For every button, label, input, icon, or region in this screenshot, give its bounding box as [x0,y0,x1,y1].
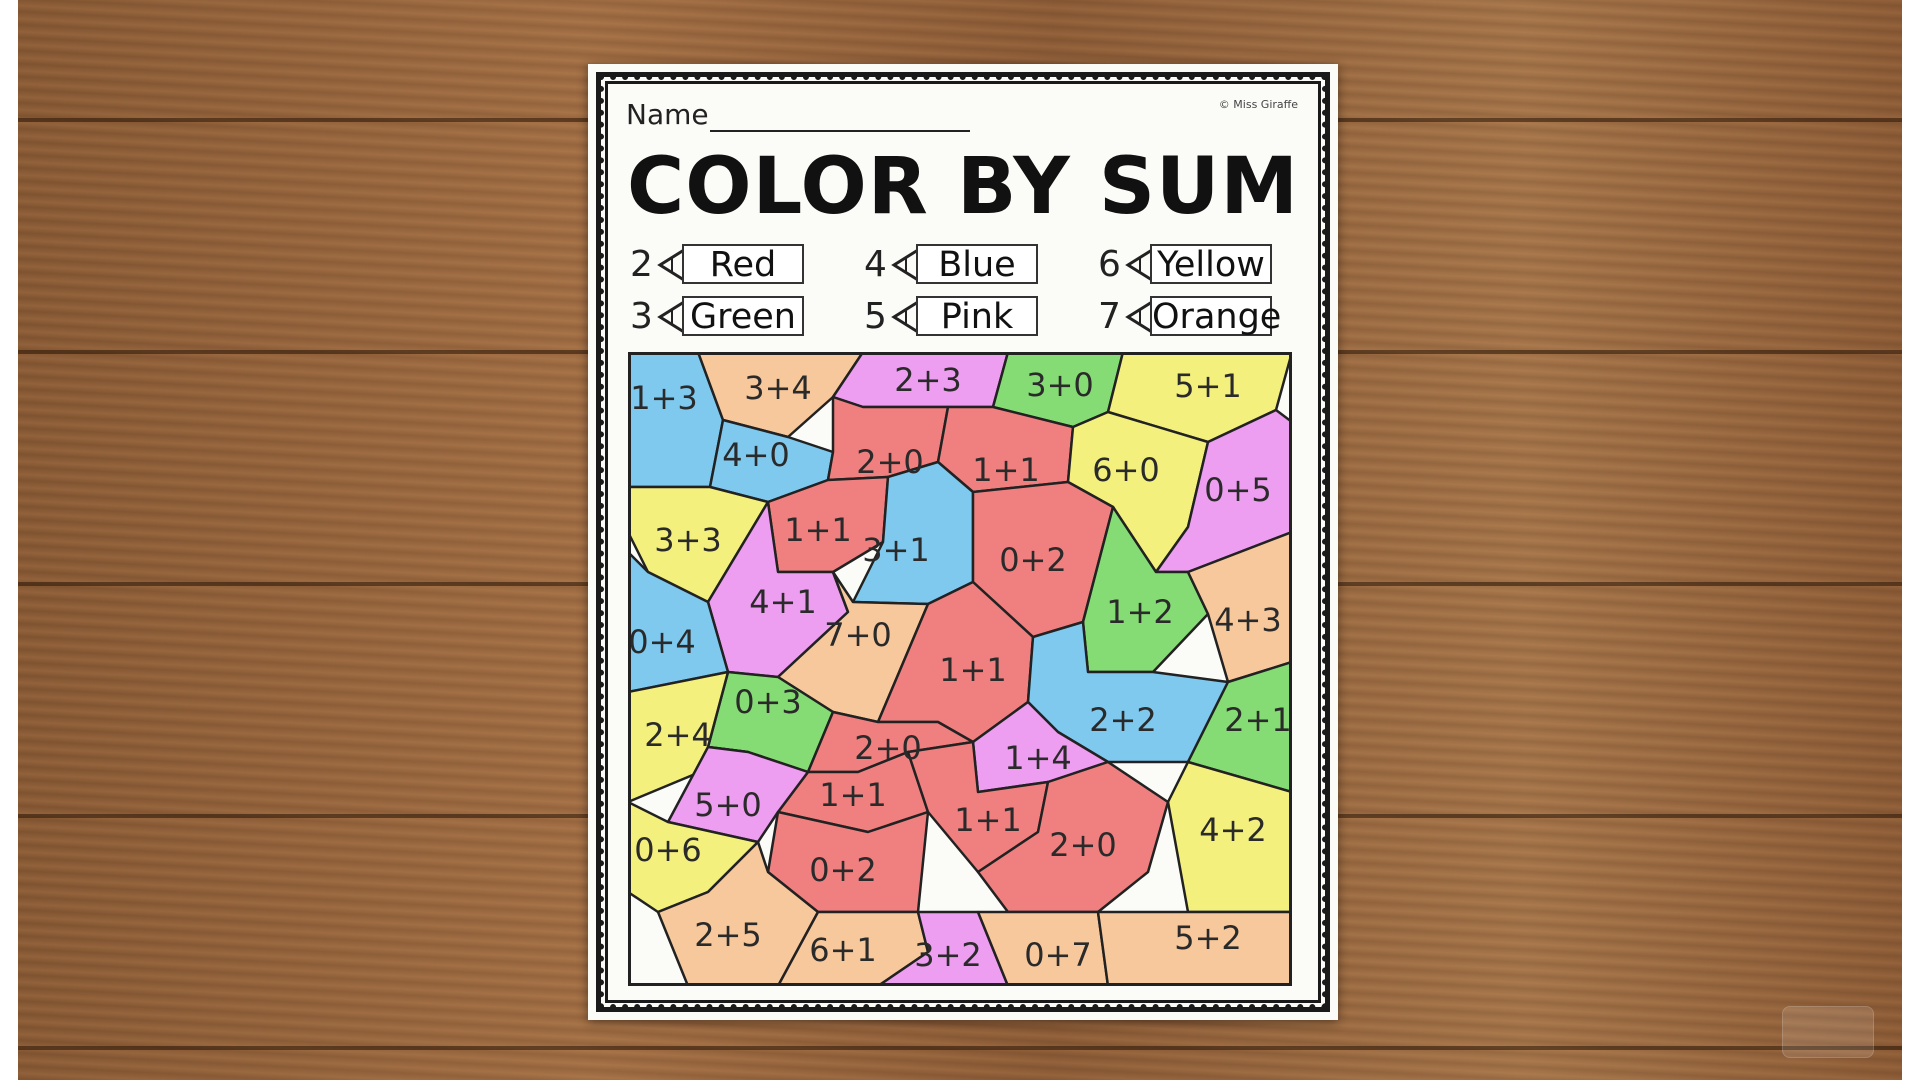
puzzle-cell-label: 1+1 [819,776,887,814]
puzzle-cell-label: 3+4 [744,369,812,407]
puzzle-cell-label: 2+0 [856,443,924,481]
key-color-label: Green [682,296,804,336]
key-number: 7 [1098,296,1121,337]
puzzle-cell-label: 0+5 [1204,471,1272,509]
puzzle-cell-label: 1+1 [954,801,1022,839]
puzzle-cell-label: 4+2 [1199,811,1267,849]
puzzle-cell-label: 1+1 [972,451,1040,489]
puzzle-cell-label: 0+2 [999,541,1067,579]
puzzle-cell-label: 1+3 [630,379,698,417]
puzzle-cell-label: 2+1 [1224,701,1292,739]
puzzle-cell-label: 6+1 [809,931,877,969]
puzzle-cell-label: 3+0 [1026,366,1094,404]
puzzle-cell-label: 2+0 [1049,826,1117,864]
puzzle-cell-label: 1+1 [784,511,852,549]
name-label: Name [626,98,709,131]
puzzle-cell-label: 6+0 [1092,451,1160,489]
puzzle-cell-label: 2+3 [894,361,962,399]
puzzle-cell-label: 0+7 [1024,936,1092,974]
key-color-label: Red [682,244,804,284]
name-line [710,130,970,132]
puzzle-cell-label: 4+1 [749,583,817,621]
key-number: 6 [1098,244,1121,285]
puzzle-cell-label: 0+3 [734,683,802,721]
puzzle-cell-label: 5+1 [1174,367,1242,405]
key-number: 4 [864,244,887,285]
puzzle-cell-label: 5+2 [1174,919,1242,957]
key-number: 5 [864,296,887,337]
puzzle-cell-label: 1+2 [1106,593,1174,631]
key-color-label: Pink [916,296,1038,336]
puzzle-cell-label: 4+3 [1214,601,1282,639]
color-by-sum-puzzle: 1+3 3+4 2+3 3+0 5+14+0 2+0 1+1 6+00+53+3 1+13+1 0… [628,352,1292,986]
key-color-label: Blue [916,244,1038,284]
puzzle-cell-label: 3+1 [862,531,930,569]
puzzle-cell-label: 0+2 [809,851,877,889]
puzzle-cell-label: 0+6 [634,831,702,869]
puzzle-cell-label: 4+0 [722,436,790,474]
puzzle-cell-label: 2+4 [644,716,712,754]
key-color-label: Yellow [1150,244,1272,284]
worksheet-page: Name © Miss Giraffe COLOR BY SUM 2 Red 4… [588,64,1338,1020]
puzzle-cell-label: 3+3 [654,521,722,559]
puzzle-cell-label: 5+0 [694,786,762,824]
puzzle-cell-label: 3+2 [914,936,982,974]
puzzle-cell-label: 7+0 [824,616,892,654]
puzzle-cell-label: 2+5 [694,916,762,954]
puzzle-cell-label: 1+1 [939,651,1007,689]
copyright-text: © Miss Giraffe [1218,98,1298,111]
key-color-label: Orange [1150,296,1282,337]
puzzle-cell-label: 2+0 [854,729,922,767]
watermark-logo [1782,1006,1874,1058]
puzzle-cell-label: 2+2 [1089,701,1157,739]
key-number: 2 [630,244,653,285]
key-number: 3 [630,296,653,337]
puzzle-cell-label: 1+4 [1004,739,1072,777]
worksheet-title: COLOR BY SUM [627,142,1299,232]
puzzle-cell-label: 0+4 [628,623,696,661]
